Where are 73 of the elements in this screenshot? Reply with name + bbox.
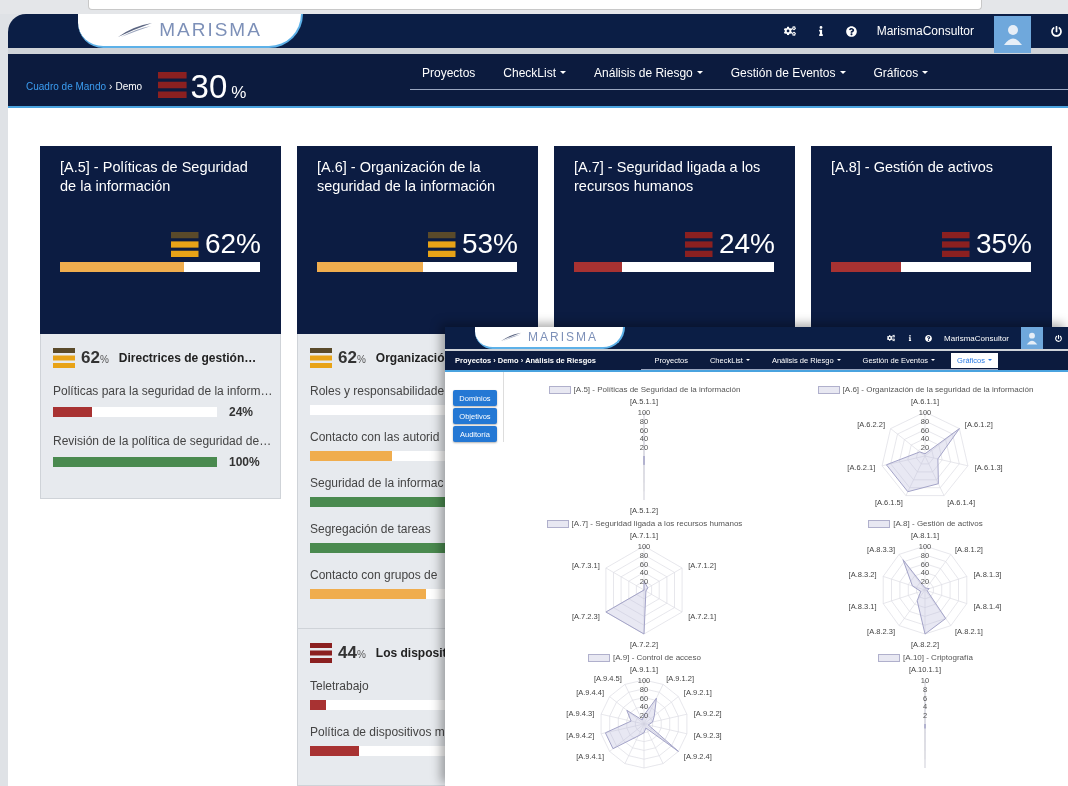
legend-swatch	[546, 519, 569, 528]
logo-text: MARISMA	[159, 19, 262, 41]
total-percentage: 30	[190, 68, 228, 106]
breadcrumb-separator: ›	[109, 81, 113, 92]
legend-swatch	[868, 519, 891, 528]
swoosh-icon	[500, 332, 522, 342]
help-icon[interactable]	[925, 334, 933, 342]
legend-swatch	[548, 385, 571, 394]
breadcrumb-current: Demo	[115, 81, 143, 92]
control-percentage: 24%	[229, 405, 254, 419]
percent-sign: %	[356, 649, 366, 660]
group-title: Los disposit	[375, 646, 447, 660]
chart-title: [A.10] - Criptografía	[903, 653, 973, 662]
card-percentage: 62%	[204, 228, 261, 260]
level-bars-icon	[685, 231, 713, 257]
domain-card[interactable]: [A.5] - Políticas de Seguridad de la información 62%	[40, 146, 281, 334]
chart-title: [A.9] - Control de acceso	[612, 653, 701, 662]
level-bars-icon	[310, 348, 332, 368]
control-label: Roles y responsabilidade	[310, 384, 445, 398]
group-percentage: 44	[338, 643, 357, 662]
card-percentage: 24%	[718, 228, 775, 260]
nav-link[interactable]: Proyectos	[422, 65, 476, 80]
level-bars-icon	[53, 348, 75, 368]
card-title: [A.8] - Gestión de activos	[831, 158, 994, 177]
user-name[interactable]: MarismaConsultor	[944, 333, 1009, 343]
chart-title: [A.6] - Organización de la seguridad de la información	[842, 385, 1034, 394]
control-label: Teletrabajo	[310, 679, 369, 693]
control-label: Contacto con las autorid	[310, 430, 440, 444]
avatar[interactable]	[994, 15, 1031, 53]
nav-link[interactable]: Análisis de Riesgo	[594, 65, 703, 80]
percent-sign: %	[99, 354, 109, 365]
level-bars-icon	[942, 231, 970, 257]
percent-sign: %	[356, 354, 366, 365]
card-title: [A.6] - Organización de la seguridad de la información	[317, 158, 497, 196]
card-percentage: 53%	[461, 228, 518, 260]
control-label: Revisión de la política de seguridad de…	[53, 434, 272, 448]
nav-link[interactable]: Gráficos	[873, 65, 929, 80]
settings-icon[interactable]	[783, 25, 796, 37]
nav-link[interactable]: CheckList	[503, 65, 567, 80]
level-bars-icon	[428, 231, 456, 257]
chart-title: [A.8] - Gestión de activos	[893, 519, 983, 528]
data-area	[605, 580, 649, 635]
chart-title: [A.7] - Seguridad ligada a los recursos humanos	[571, 519, 743, 528]
legend-swatch	[817, 385, 840, 394]
control-percentage: 100%	[229, 455, 260, 469]
swoosh-icon	[117, 22, 154, 38]
power-icon[interactable]	[1051, 25, 1062, 37]
group-title: Directrices de gestión…	[118, 351, 257, 365]
legend-swatch	[878, 653, 901, 662]
legend-swatch	[587, 653, 610, 662]
card-title: [A.7] - Seguridad ligada a los recursos humanos	[574, 158, 762, 196]
card-percentage: 35%	[975, 228, 1032, 260]
group-title: Organizació	[375, 351, 445, 365]
info-icon[interactable]	[907, 335, 914, 341]
control-label: Contacto con grupos de	[310, 568, 438, 582]
level-bars-icon	[310, 643, 332, 663]
chart-title: [A.5] - Políticas de Seguridad de la información	[573, 385, 741, 394]
level-bars-icon	[158, 72, 187, 98]
group-percentage: 62	[81, 348, 100, 367]
percent-sign: %	[231, 83, 247, 103]
group-percentage: 62	[338, 348, 357, 367]
level-bars-icon	[171, 231, 199, 257]
settings-icon[interactable]	[887, 334, 896, 342]
user-name[interactable]: MarismaConsultor	[876, 24, 974, 38]
control-label: Seguridad de la informac	[310, 476, 444, 490]
card-title: [A.5] - Políticas de Seguridad de la información	[60, 158, 249, 196]
control-label: Políticas para la seguridad de la inform…	[53, 384, 273, 398]
breadcrumb-link[interactable]: Cuadro de Mando	[26, 81, 107, 92]
nav-link[interactable]: Gestión de Eventos	[730, 65, 846, 80]
help-icon[interactable]	[845, 25, 857, 37]
control-label: Política de dispositivos m	[310, 725, 445, 739]
control-label: Segregación de tareas	[310, 522, 431, 536]
power-icon[interactable]	[1055, 334, 1062, 342]
